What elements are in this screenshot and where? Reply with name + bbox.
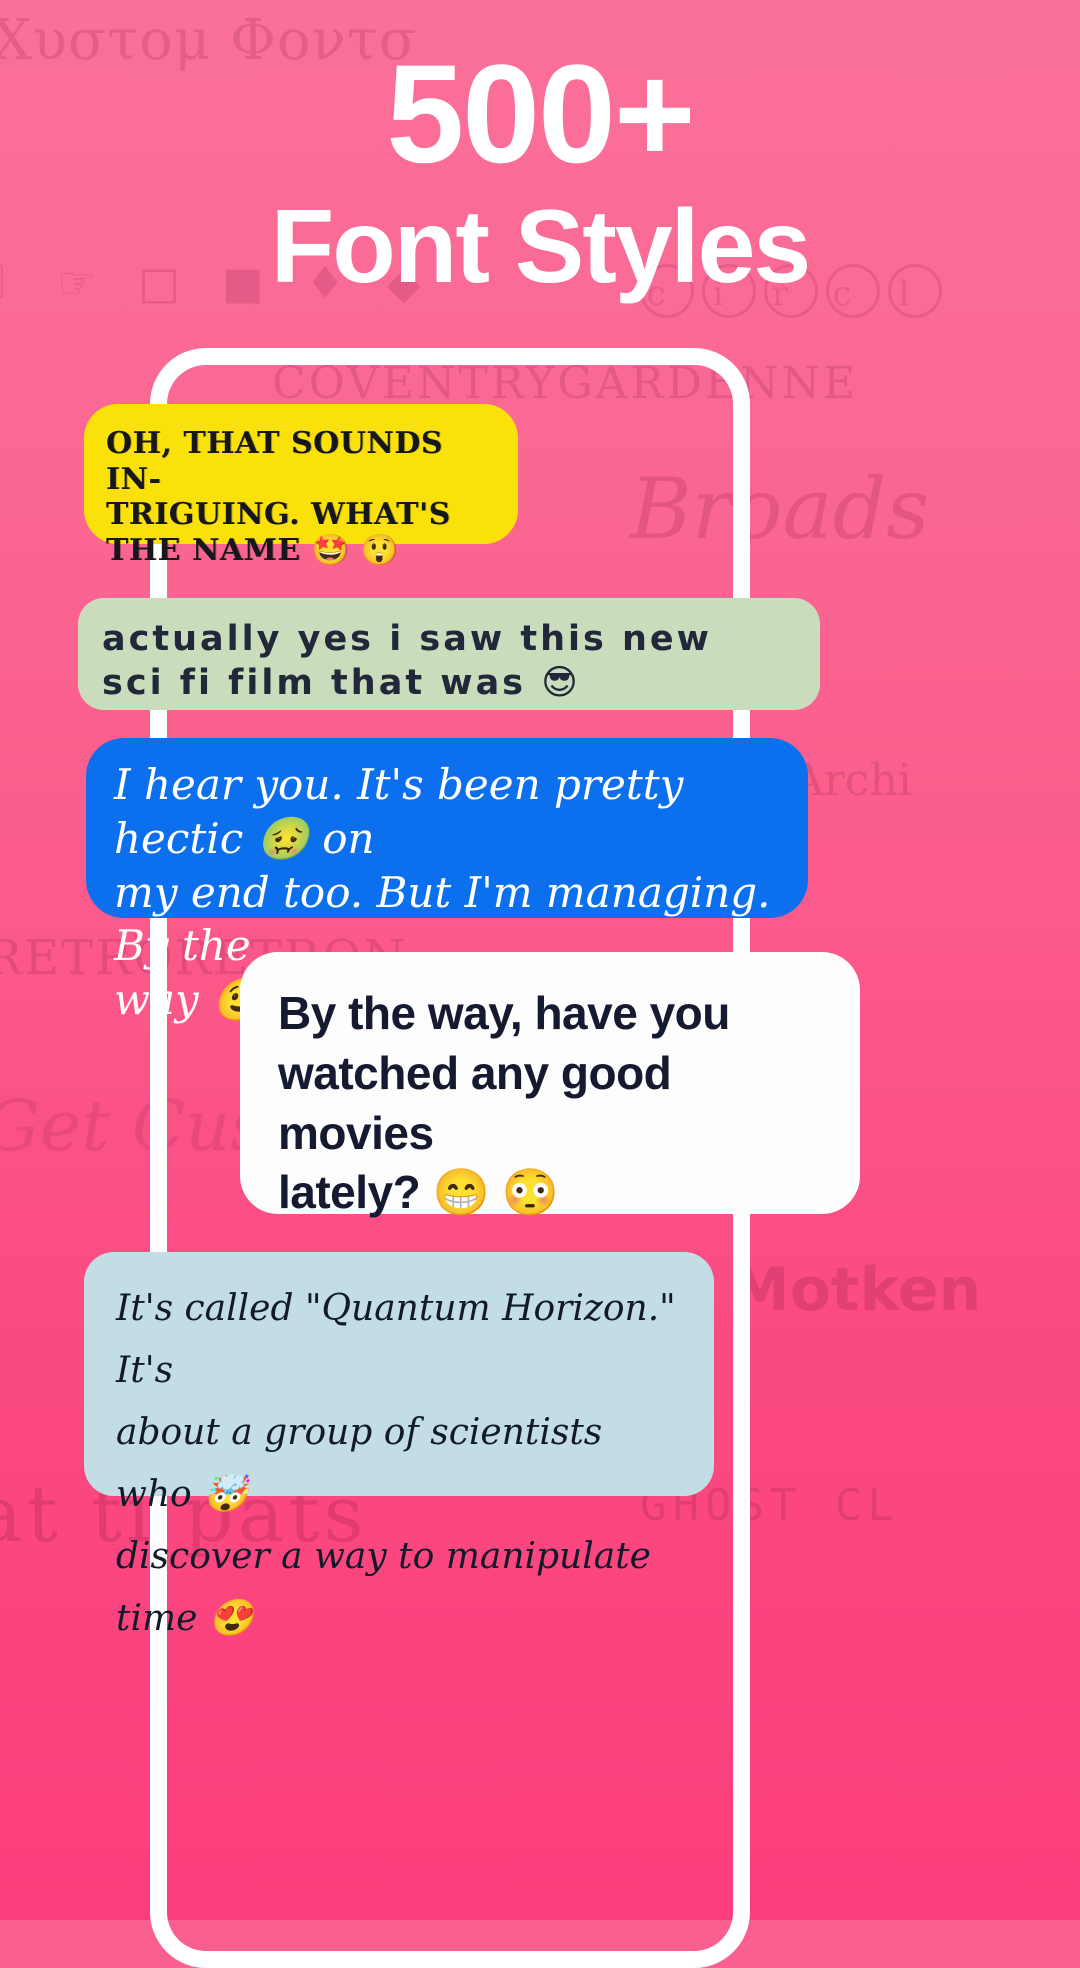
chat-bubble-white-line: By the way, have you bbox=[278, 987, 730, 1039]
chat-bubble-lightblue[interactable]: It's called "Quantum Horizon." It's abou… bbox=[84, 1252, 714, 1639]
chat-bubble-yellow-line: OH, THAT SOUNDS IN- bbox=[106, 426, 444, 497]
chat-bubble-white[interactable]: By the way, have you watched any good mo… bbox=[240, 952, 860, 1218]
chat-bubble-lightblue-line: about a group of scientists who 🤯 bbox=[116, 1411, 603, 1515]
headline-count: 500+ bbox=[386, 35, 695, 192]
chat-bubble-sage-line: actually yes i saw this new bbox=[102, 619, 712, 659]
chat-bubble-sage-line: sci fi film that was 😎 bbox=[102, 662, 581, 703]
chat-bubble-lightblue-line: discover a way to manipulate time 😍 bbox=[116, 1535, 651, 1639]
chat-bubble-yellow[interactable]: OH, THAT SOUNDS IN- TRIGUING. WHAT'S THE… bbox=[84, 404, 518, 568]
headline-subtitle: Font Styles bbox=[270, 189, 812, 305]
chat-bubble-blue-line: I hear you. It's been pretty hectic 🤢 on bbox=[114, 760, 684, 863]
chat-bubble-white-line: watched any good movies bbox=[278, 1046, 672, 1159]
chat-bubble-lightblue-line: It's called "Quantum Horizon." It's bbox=[116, 1288, 676, 1391]
chat-bubble-white-line: lately? 😁 😳 bbox=[278, 1166, 559, 1219]
chat-bubble-yellow-line: THE NAME 🤩 😲 bbox=[106, 533, 399, 569]
chat-bubble-blue[interactable]: I hear you. It's been pretty hectic 🤢 on… bbox=[86, 738, 808, 1024]
page-title: 500+ Font Styles bbox=[0, 40, 1080, 302]
chat-bubble-yellow-line: TRIGUING. WHAT'S bbox=[106, 497, 451, 533]
chat-bubble-sage[interactable]: actually yes i saw this new sci fi film … bbox=[78, 598, 820, 710]
